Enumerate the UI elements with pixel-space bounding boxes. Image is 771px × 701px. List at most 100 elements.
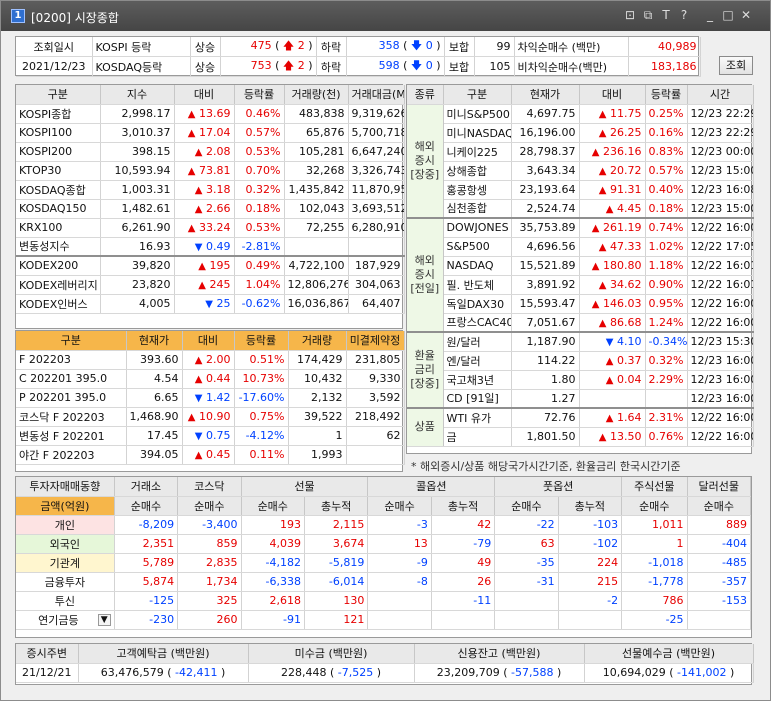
table-row[interactable]: 코스닥 F 202203 1,468.90 ▲ 10.90 0.75% 39,522 21… xyxy=(16,407,405,427)
table-row[interactable]: KODEX200 39,820 ▲ 195 0.49% 4,722,100 187,929 xyxy=(16,255,405,276)
table-row[interactable]: 홍콩항셍 23,193.64 ▲ 91.31 0.40% 12/23 16:08 xyxy=(407,180,754,200)
table-row[interactable]: KTOP30 10,593.94 ▲ 73.81 0.70% 32,268 3,326,7… xyxy=(16,161,405,181)
column-header: 등락률 xyxy=(645,85,688,105)
current-price: 7,051.67 xyxy=(511,313,580,333)
table-row[interactable]: C 202201 395.0 4.54 ▲ 0.44 10.73% 10,432 9,33… xyxy=(16,369,405,389)
net-amount: -102 xyxy=(558,534,623,554)
index-value: 10,593.94 xyxy=(100,161,175,181)
current-price: 393.60 xyxy=(126,350,183,370)
table-row[interactable]: 해외 증시 [전일] DOWJONES 35,753.89 ▲ 261.19 0.74% 12… xyxy=(407,217,754,333)
table-row[interactable]: 해외 증시 [장중] 미니S&P500 4,697.75 ▲ 11.75 0.25% 12/2… xyxy=(407,104,754,219)
table-row[interactable]: 상해종합 3,643.34 ▲ 20.72 0.57% 12/23 15:00 xyxy=(407,161,754,181)
table-row[interactable]: KRX100 6,261.90 ▲ 33.24 0.53% 72,255 6,280,91… xyxy=(16,218,405,238)
column-header: 대비 xyxy=(182,331,235,351)
table-row[interactable]: 니케이225 28,798.37 ▲ 236.16 0.83% 12/23 00:00 xyxy=(407,142,754,162)
table-row[interactable]: 미니NASDAQ 16,196.00 ▲ 26.25 0.16% 12/23 22:29 xyxy=(407,123,754,143)
change-rate: 0.76% xyxy=(645,427,688,447)
title-bar: 1 [0200] 시장종합 ⊡ ⧉ T ? _ □ ✕ xyxy=(1,1,770,31)
table-row[interactable]: KOSPI종합 2,998.17 ▲ 13.69 0.46% 483,838 9,319,… xyxy=(16,104,405,124)
index-volume: 16,036,867 xyxy=(284,294,349,314)
table-row[interactable]: S&P500 4,696.56 ▲ 47.33 1.02% 12/22 17:05 xyxy=(407,237,754,257)
dropdown-arrow-icon[interactable]: ▼ xyxy=(97,613,111,626)
net-amount: 325 xyxy=(177,591,242,611)
layout-icon[interactable]: ⊡ xyxy=(623,8,637,22)
text-icon[interactable]: T xyxy=(659,8,673,22)
close-icon[interactable]: ✕ xyxy=(739,8,753,22)
table-row[interactable]: 엔/달러 114.22 ▲ 0.37 0.32% 12/23 16:00 xyxy=(407,351,754,371)
table-row[interactable]: 환율 금리 [장중] 원/달러 1,187.90 ▼ 4.10 -0.34% 12/23 15… xyxy=(407,331,754,409)
up-arrow-icon: ▲ xyxy=(598,166,607,177)
instrument-name: DOWJONES xyxy=(443,217,512,238)
index-volume: 4,722,100 xyxy=(284,255,349,276)
copy-icon[interactable]: ⧉ xyxy=(641,8,655,22)
instrument-name: 심천종합 xyxy=(443,199,512,219)
price-change: ▲ 26.25 xyxy=(579,123,646,143)
open-interest: 9,330 xyxy=(346,369,405,389)
price-change: ▲ 47.33 xyxy=(579,237,646,257)
table-row[interactable]: 금 1,801.50 ▲ 13.50 0.76% 12/22 16:00 xyxy=(407,427,754,447)
investor-row[interactable]: 개인 -8,209 -3,400 193 2,115 -3 42 -22 -103 1,011 88… xyxy=(16,515,752,535)
table-row[interactable]: KOSPI100 3,010.37 ▲ 17.04 0.57% 65,876 5,700,… xyxy=(16,123,405,143)
price-change: ▲ 4.45 xyxy=(579,199,646,219)
net-amount: 121 xyxy=(304,610,369,630)
lower-limit-icon: 🡇 xyxy=(410,39,423,52)
index-value: 23,820 xyxy=(100,275,175,295)
paren: ) xyxy=(729,666,735,679)
market-summary-window: 1 [0200] 시장종합 ⊡ ⧉ T ? _ □ ✕ 조회일시 KOSPI 등… xyxy=(0,0,771,701)
investor-row[interactable]: 금융투자 5,874 1,734 -6,338 -6,014 -8 26 -31 215 -1,7… xyxy=(16,572,752,592)
minimize-icon[interactable]: _ xyxy=(703,8,717,22)
investor-row[interactable]: 투신 -125 325 2,618 130 -11 -2 786 -153 xyxy=(16,591,752,611)
table-row[interactable]: KOSPI200 398.15 ▲ 2.08 0.53% 105,281 6,647,24… xyxy=(16,142,405,162)
net-amount: 5,874 xyxy=(114,572,179,592)
change-rate: 1.02% xyxy=(645,237,688,257)
balance-value: 10,694,029 xyxy=(602,666,666,679)
net-amount: -25 xyxy=(621,610,688,630)
table-row[interactable]: KOSDAQ150 1,482.61 ▲ 2.66 0.18% 102,043 3,693… xyxy=(16,199,405,219)
down-arrow-icon: ▼ xyxy=(194,241,203,253)
index-change-rate: 0.70% xyxy=(234,161,285,181)
table-row[interactable]: KOSDAQ종합 1,003.31 ▲ 3.18 0.32% 1,435,842 11,8… xyxy=(16,180,405,200)
table-row[interactable]: F 202203 393.60 ▲ 2.00 0.51% 174,429 231,805 xyxy=(16,350,405,370)
table-row[interactable]: 변동성지수 16.93 ▼ 0.49 -2.81% xyxy=(16,237,405,257)
net-amount: -404 xyxy=(687,534,752,554)
table-row[interactable]: KODEX레버리지 23,820 ▲ 245 1.04% 12,806,276 304,0… xyxy=(16,275,405,295)
index-name: 변동성지수 xyxy=(16,237,101,257)
investor-row[interactable]: 연기금등 ▼ -230 260 -91 121 -25 xyxy=(16,610,752,630)
up-arrow-icon: ▲ xyxy=(605,375,614,386)
investor-type: 개인 xyxy=(16,515,115,535)
up-arrow-icon: ▲ xyxy=(187,109,196,120)
investor-type: 기관계 xyxy=(16,553,115,573)
column-header: 지수 xyxy=(100,85,175,105)
table-row[interactable]: CD [91일] 1.27 12/23 16:00 xyxy=(407,389,754,409)
table-row[interactable]: 프랑스CAC40 7,051.67 ▲ 86.68 1.24% 12/22 16:00 xyxy=(407,313,754,333)
net-amount: 1,734 xyxy=(177,572,242,592)
net-amount: 42 xyxy=(431,515,496,535)
column-header: 신용잔고 (백만원) xyxy=(414,644,585,664)
table-row[interactable]: 국고채3년 1.80 ▲ 0.04 2.29% 12/23 16:00 xyxy=(407,370,754,390)
table-row: 21/12/21 63,476,579 ( -42,411 ) 228,448 ( … xyxy=(16,663,754,683)
table-row[interactable]: 변동성 F 202201 17.45 ▼ 0.75 -4.12% 1 62 xyxy=(16,426,405,446)
global-markets-table: 종류 구분 현재가 대비 등락률 시간 해외 증시 [장중] 미니S&P500 4,697.75 ▲… xyxy=(406,84,754,454)
table-row[interactable]: KODEX인버스 4,005 ▼ 25 -0.62% 16,036,867 64,407 xyxy=(16,294,405,314)
investor-row[interactable]: 외국인 2,351 859 4,039 3,674 13 -79 63 -102 1 -404 xyxy=(16,534,752,554)
index-name: KOSDAQ종합 xyxy=(16,180,101,200)
kosdaq-upper-limit: 2 xyxy=(297,59,305,72)
table-row[interactable]: 필. 반도체 3,891.92 ▲ 34.62 0.90% 12/22 16:01 xyxy=(407,275,754,295)
index-change-rate: 0.32% xyxy=(234,180,285,200)
maximize-icon[interactable]: □ xyxy=(721,8,735,22)
table-row[interactable]: P 202201 395.0 6.65 ▼ 1.42 -17.60% 2,132 3,59… xyxy=(16,388,405,408)
change-rate: 0.25% xyxy=(645,104,688,124)
table-row[interactable]: 상품 WTI 유가 72.76 ▲ 1.64 2.31% 12/22 16:00 xyxy=(407,407,754,447)
footer-value: 63,476,579 ( -42,411 ) xyxy=(78,663,249,683)
open-interest: 218,492 xyxy=(346,407,405,427)
table-row[interactable]: 독일DAX30 15,593.47 ▲ 146.03 0.95% 12/22 16:00 xyxy=(407,294,754,314)
investor-row[interactable]: 기관계 5,789 2,835 -4,182 -5,819 -9 49 -35 224 -1,01… xyxy=(16,553,752,573)
instrument-name: WTI 유가 xyxy=(443,407,512,428)
query-button[interactable]: 조회 xyxy=(719,56,753,75)
table-row[interactable]: 야간 F 202203 394.05 ▲ 0.45 0.11% 1,993 xyxy=(16,445,405,465)
table-row[interactable]: NASDAQ 15,521.89 ▲ 180.80 1.18% 12/22 16:01 xyxy=(407,256,754,276)
net-amount: 215 xyxy=(558,572,623,592)
up-arrow-icon: ▲ xyxy=(591,147,600,158)
table-row[interactable]: 심천종합 2,524.74 ▲ 4.45 0.18% 12/23 15:00 xyxy=(407,199,754,219)
help-icon[interactable]: ? xyxy=(677,8,691,22)
